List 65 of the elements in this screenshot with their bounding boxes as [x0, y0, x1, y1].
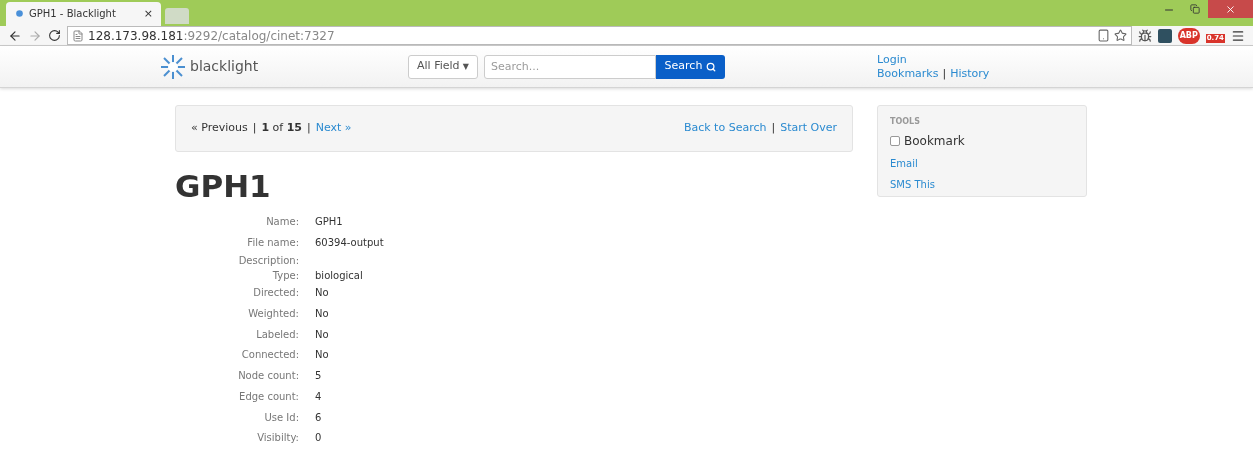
logo-text: blacklight — [190, 57, 259, 77]
field-value: No — [315, 307, 330, 322]
tablet-icon[interactable] — [1096, 29, 1110, 43]
link-separator: | — [307, 120, 311, 137]
page-icon — [72, 29, 84, 42]
address-bar[interactable]: 128.173.98.181:9292/catalog/cinet:7327 — [67, 26, 1132, 46]
starburst-logo-icon — [160, 53, 186, 80]
field-value: 0 — [315, 431, 323, 446]
history-link[interactable]: History — [950, 66, 990, 81]
field-value: 60394-output — [315, 235, 385, 250]
field-value: 6 — [315, 410, 323, 425]
field-label: Name: — [265, 214, 299, 229]
extension-icon[interactable] — [1157, 28, 1172, 43]
bookmarks-link[interactable]: Bookmarks — [877, 66, 939, 81]
browser-tab[interactable]: GPH1 - Blacklight × — [6, 1, 161, 26]
tool-link[interactable]: Email — [890, 155, 918, 171]
menu-icon[interactable] — [1231, 28, 1245, 43]
bookmark-label: Bookmark — [904, 132, 965, 150]
adblock-badge[interactable]: ABP — [1177, 27, 1200, 44]
login-link[interactable]: Login — [877, 52, 990, 67]
page-count: 1 of 15 — [261, 120, 302, 137]
field-value: 4 — [315, 389, 323, 404]
field-label: Visibilty: — [256, 431, 299, 446]
reload-icon[interactable] — [48, 29, 61, 43]
search-button[interactable]: Search — [656, 54, 725, 79]
tools-heading: TOOLS — [890, 115, 920, 128]
url-host: 128.173.98.181 — [88, 28, 184, 43]
start-over-link[interactable]: Start Over — [780, 120, 837, 137]
field-label: Edge count: — [238, 389, 299, 404]
tab-close-button[interactable]: × — [143, 5, 153, 23]
field-select[interactable]: All Field ▼ — [408, 54, 478, 79]
back-icon[interactable] — [8, 28, 22, 43]
field-label: Directed: — [252, 286, 299, 301]
field-label: File name: — [246, 235, 299, 250]
star-icon[interactable] — [1113, 29, 1127, 43]
field-label: Description: — [237, 254, 299, 269]
previous-text: « Previous — [191, 120, 248, 137]
next-link[interactable]: Next » — [315, 120, 352, 137]
field-value: biological — [315, 269, 364, 284]
field-label: Type: — [271, 269, 299, 284]
field-label: Weighted: — [247, 307, 299, 322]
bug-icon[interactable] — [1137, 28, 1152, 43]
field-value: 5 — [315, 369, 323, 384]
close-icon — [1225, 3, 1236, 15]
link-separator: | — [942, 66, 947, 81]
search-icon — [706, 61, 717, 72]
field-value: No — [315, 348, 330, 363]
field-label: Node count: — [237, 369, 299, 384]
link-separator: | — [771, 120, 776, 137]
field-label: Labeled: — [255, 327, 299, 342]
caret-icon: ▼ — [462, 60, 469, 73]
back-to-search-link[interactable]: Back to Search — [683, 120, 767, 137]
field-label: Use Id: — [263, 410, 299, 425]
field-label: Connected: — [240, 348, 299, 363]
link-separator: | — [252, 120, 257, 137]
bookmark-checkbox[interactable] — [890, 135, 900, 146]
field-value: GPH1 — [315, 214, 344, 229]
tool-link[interactable]: SMS This — [890, 176, 935, 192]
search-field[interactable]: Search... — [484, 54, 656, 79]
tab-title: GPH1 - Blacklight — [29, 7, 117, 22]
url-path: :9292/catalog/cinet:7327 — [183, 28, 335, 43]
record-title: GPH1 — [175, 166, 272, 206]
field-value: No — [315, 286, 330, 301]
forward-icon[interactable] — [28, 28, 42, 43]
field-value: No — [315, 327, 330, 342]
